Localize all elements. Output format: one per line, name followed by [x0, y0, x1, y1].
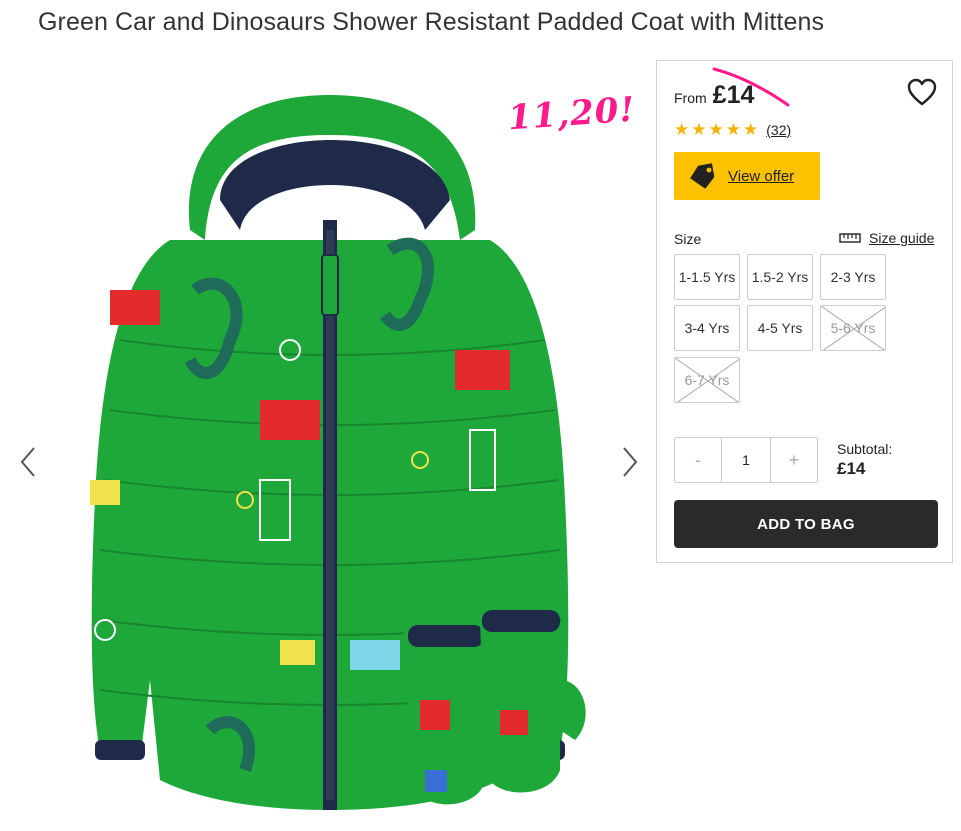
review-count-link[interactable]: (32) — [766, 122, 791, 138]
from-label: From — [674, 90, 707, 106]
chevron-right-icon — [623, 447, 638, 477]
unavailable-cross-mark — [821, 306, 885, 350]
product-title: Green Car and Dinosaurs Shower Resistant… — [38, 8, 825, 36]
star-icon: ★ — [674, 120, 690, 139]
star-icon: ★ — [725, 120, 741, 139]
add-to-bag-button[interactable]: ADD TO BAG — [674, 500, 938, 548]
wishlist-button[interactable] — [907, 78, 937, 108]
quantity-stepper: - 1 + — [674, 437, 818, 483]
size-option-label: 1.5-2 Yrs — [751, 269, 809, 285]
purchase-panel: From £14 ★ ★ ★ ★ ★ (32) View offer Size … — [656, 60, 953, 563]
price-row: From £14 — [674, 81, 754, 110]
view-offer-button[interactable]: View offer — [674, 152, 820, 200]
size-option[interactable]: 1.5-2 Yrs — [747, 254, 813, 300]
product-image[interactable] — [80, 80, 620, 820]
size-option-label: 3-4 Yrs — [684, 320, 730, 336]
size-option-unavailable: 6-7 Yrs — [674, 357, 740, 403]
size-option-label: 2-3 Yrs — [830, 269, 876, 285]
size-guide-link[interactable]: Size guide — [839, 230, 934, 246]
price: £14 — [712, 81, 755, 109]
subtotal: Subtotal: £14 — [837, 441, 892, 479]
price-tag-icon — [690, 163, 715, 189]
view-offer-label: View offer — [728, 167, 795, 185]
gallery-next-button[interactable] — [618, 442, 642, 482]
product-gallery — [0, 60, 650, 831]
chevron-left-icon — [20, 447, 35, 477]
unavailable-cross-mark — [675, 358, 739, 402]
quantity-decrease-button[interactable]: - — [675, 438, 721, 482]
star-icon: ★ — [708, 120, 724, 139]
size-label: Size — [674, 231, 702, 247]
size-option[interactable]: 2-3 Yrs — [820, 254, 886, 300]
quantity-increase-button[interactable]: + — [771, 438, 817, 482]
size-option-unavailable: 5-6 Yrs — [820, 305, 886, 351]
size-guide-label: Size guide — [869, 230, 935, 246]
star-icon: ★ — [691, 120, 707, 139]
size-option[interactable]: 1-1.5 Yrs — [674, 254, 740, 300]
size-option-label: 1-1.5 Yrs — [678, 269, 736, 285]
size-option[interactable]: 4-5 Yrs — [747, 305, 813, 351]
size-option-label: 4-5 Yrs — [757, 320, 803, 336]
subtotal-label: Subtotal: — [837, 441, 893, 457]
quantity-input[interactable]: 1 — [721, 438, 771, 482]
gallery-prev-button[interactable] — [16, 442, 40, 482]
star-rating: ★ ★ ★ ★ ★ (32) — [674, 121, 791, 138]
star-icon: ★ — [743, 120, 759, 139]
subtotal-value: £14 — [837, 459, 866, 478]
heart-icon — [907, 78, 937, 106]
ruler-icon — [839, 233, 861, 243]
size-option[interactable]: 3-4 Yrs — [674, 305, 740, 351]
